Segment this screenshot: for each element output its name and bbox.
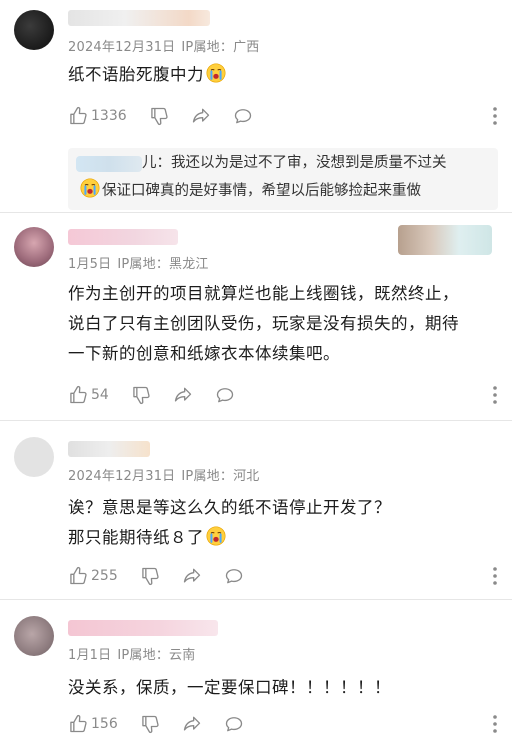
share-icon xyxy=(182,566,202,586)
ip-label: IP属地： xyxy=(181,469,234,484)
author-badge-blurred xyxy=(398,225,492,255)
comment-actions: 255 xyxy=(68,564,266,588)
comment-text: 诶？意思是等这么久的纸不语停止开发了？ 那只能期待纸８了 xyxy=(68,498,391,547)
reply-button[interactable] xyxy=(224,566,244,586)
like-button[interactable]: 54 xyxy=(68,385,109,405)
comment-text: 纸不语胎死腹中力 xyxy=(68,60,226,90)
dislike-button[interactable] xyxy=(140,714,160,734)
crying-face-emoji xyxy=(206,63,226,83)
ip-location: 广西 xyxy=(233,40,260,55)
thumbs-down-icon xyxy=(131,385,151,405)
share-icon xyxy=(182,714,202,734)
reply-button[interactable] xyxy=(224,714,244,734)
thumbs-up-icon xyxy=(68,714,88,734)
like-count: 54 xyxy=(91,387,109,403)
username-blurred[interactable] xyxy=(68,441,150,457)
thumbs-down-icon xyxy=(140,566,160,586)
like-button[interactable]: 255 xyxy=(68,566,118,586)
like-count: 255 xyxy=(91,568,118,584)
crying-face-emoji xyxy=(80,178,100,198)
comment-icon xyxy=(233,106,253,126)
reply-line-1: 儿：我还以为是过不了审，没想到是质量不过关 xyxy=(142,155,447,171)
comment-item: 2024年12月31日 IP属地：广西 纸不语胎死腹中力 1336 儿：我还以为是… xyxy=(0,0,512,212)
comment-item: 1月1日 IP属地：云南 没关系，保质，一定要保口碑！！！！！！ 156 xyxy=(0,600,512,751)
reply-preview[interactable]: 儿：我还以为是过不了审，没想到是质量不过关 保证口碑真的是好事情，希望以后能够捡… xyxy=(68,148,498,210)
reply-username-blurred xyxy=(76,156,142,172)
more-icon[interactable] xyxy=(492,712,498,736)
thumbs-down-icon xyxy=(149,106,169,126)
comment-date: 2024年12月31日 xyxy=(68,469,176,484)
comment-item: 1月5日 IP属地：黑龙江 作为主创开的项目就算烂也能上线圈钱，既然终止， 说白了… xyxy=(0,213,512,420)
like-count: 156 xyxy=(91,716,118,732)
like-button[interactable]: 1336 xyxy=(68,106,127,126)
thumbs-up-icon xyxy=(68,106,88,126)
username-blurred[interactable] xyxy=(68,10,210,26)
thumbs-up-icon xyxy=(68,385,88,405)
comment-meta: 1月1日 IP属地：云南 xyxy=(68,644,201,663)
comment-actions: 54 xyxy=(68,383,257,407)
more-icon[interactable] xyxy=(492,564,498,588)
share-button[interactable] xyxy=(191,106,211,126)
username-blurred[interactable] xyxy=(68,229,178,245)
ip-label: IP属地： xyxy=(117,257,170,272)
crying-face-emoji xyxy=(206,526,226,546)
share-button[interactable] xyxy=(182,566,202,586)
comment-text: 没关系，保质，一定要保口碑！！！！！！ xyxy=(68,678,391,697)
avatar[interactable] xyxy=(14,437,54,477)
avatar[interactable] xyxy=(14,227,54,267)
dislike-button[interactable] xyxy=(149,106,169,126)
reply-username-suffix: 儿： xyxy=(142,155,171,171)
share-button[interactable] xyxy=(173,385,193,405)
username-blurred[interactable] xyxy=(68,620,218,636)
comment-icon xyxy=(224,566,244,586)
comment-actions: 1336 xyxy=(68,104,275,128)
ip-label: IP属地： xyxy=(181,40,234,55)
comment-date: 2024年12月31日 xyxy=(68,40,176,55)
thumbs-up-icon xyxy=(68,566,88,586)
thumbs-down-icon xyxy=(140,714,160,734)
reply-button[interactable] xyxy=(215,385,235,405)
comment-meta: 2024年12月31日 IP属地：广西 xyxy=(68,36,265,55)
avatar[interactable] xyxy=(14,10,54,50)
comment-text: 作为主创开的项目就算烂也能上线圈钱，既然终止， 说白了只有主创团队受伤，玩家是没… xyxy=(68,284,459,363)
comment-icon xyxy=(215,385,235,405)
like-button[interactable]: 156 xyxy=(68,714,118,734)
comment-meta: 2024年12月31日 IP属地：河北 xyxy=(68,465,265,484)
reply-line-2: 保证口碑真的是好事情，希望以后能够捡起来重做 xyxy=(80,178,421,204)
share-button[interactable] xyxy=(182,714,202,734)
dislike-button[interactable] xyxy=(140,566,160,586)
ip-label: IP属地： xyxy=(117,648,170,663)
reply-button[interactable] xyxy=(233,106,253,126)
share-icon xyxy=(173,385,193,405)
comment-icon xyxy=(224,714,244,734)
comment-actions: 156 xyxy=(68,712,266,736)
dislike-button[interactable] xyxy=(131,385,151,405)
like-count: 1336 xyxy=(91,108,127,124)
comment-meta: 1月5日 IP属地：黑龙江 xyxy=(68,253,215,272)
more-icon[interactable] xyxy=(492,104,498,128)
avatar[interactable] xyxy=(14,616,54,656)
comment-date: 1月5日 xyxy=(68,257,112,272)
ip-location: 云南 xyxy=(169,648,196,663)
ip-location: 河北 xyxy=(233,469,260,484)
comment-item: 2024年12月31日 IP属地：河北 诶？意思是等这么久的纸不语停止开发了？ 那… xyxy=(0,421,512,599)
share-icon xyxy=(191,106,211,126)
comment-date: 1月1日 xyxy=(68,648,112,663)
ip-location: 黑龙江 xyxy=(169,257,209,272)
more-icon[interactable] xyxy=(492,383,498,407)
